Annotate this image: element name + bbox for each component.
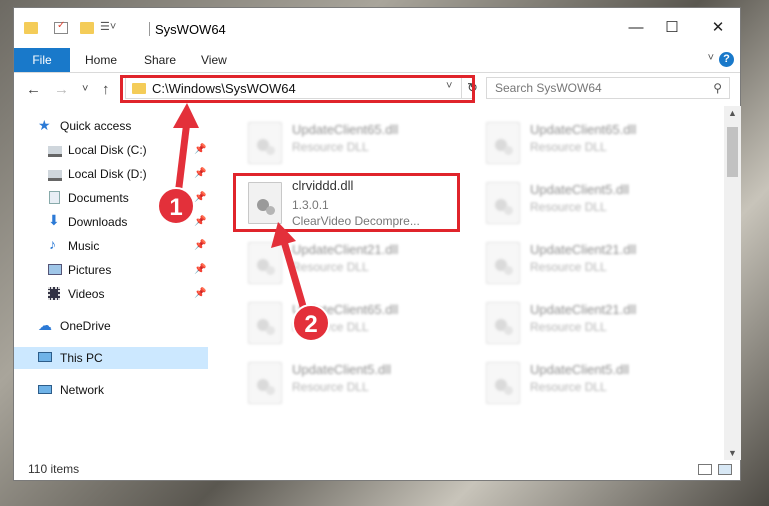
arrow-one xyxy=(174,120,191,196)
arrow-one-head xyxy=(173,103,199,128)
callout-one: 1 xyxy=(157,187,195,225)
arrow-two xyxy=(279,237,309,314)
callout-two: 2 xyxy=(292,304,330,342)
callout-arrows xyxy=(173,103,309,314)
arrow-two-head xyxy=(271,222,296,248)
